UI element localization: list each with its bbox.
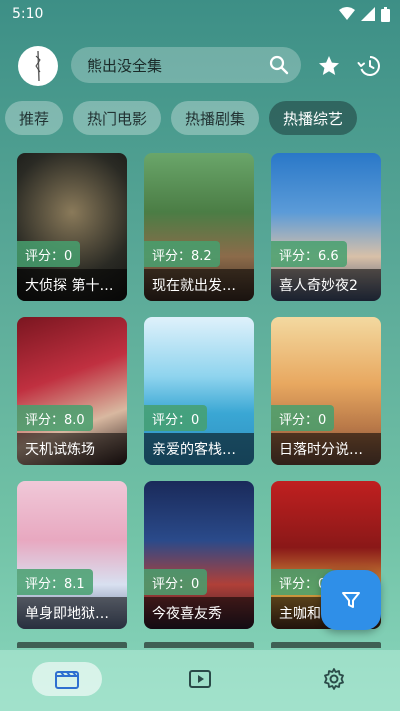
battery-icon — [381, 6, 390, 22]
status-icons — [339, 6, 390, 22]
card-peek — [271, 642, 381, 648]
wifi-icon — [339, 7, 355, 20]
bottom-navigation — [0, 650, 400, 711]
status-bar: 5:10 — [0, 0, 400, 28]
app-logo[interactable] — [18, 46, 58, 86]
play-icon — [189, 670, 211, 688]
card-peek — [144, 642, 254, 648]
content-card[interactable]: 评分：0 日落时分说… — [271, 317, 381, 465]
content-card[interactable]: 评分：8.0 天机试炼场 — [17, 317, 127, 465]
score-badge: 评分：6.6 — [271, 241, 347, 267]
tab-recommend[interactable]: 推荐 — [5, 101, 64, 135]
score-badge: 评分：8.2 — [144, 241, 220, 267]
content-card[interactable]: 评分：0 亲爱的客栈… — [144, 317, 254, 465]
content-grid: 评分：0 大侦探 第十… 评分：8.2 现在就出发… 评分：6.6 喜人奇妙夜2… — [17, 153, 387, 629]
card-title: 单身即地狱… — [17, 597, 127, 629]
signal-icon — [361, 7, 375, 21]
card-title: 亲爱的客栈… — [144, 433, 254, 465]
score-badge: 评分：8.0 — [17, 405, 93, 431]
card-title: 现在就出发… — [144, 269, 254, 301]
score-badge: 评分：0 — [17, 241, 81, 267]
status-time: 5:10 — [12, 6, 44, 22]
search-icon[interactable] — [269, 55, 289, 75]
content-card[interactable]: 评分：0 今夜喜友秀 — [144, 481, 254, 629]
content-card[interactable]: 评分：6.6 喜人奇妙夜2 — [271, 153, 381, 301]
category-tabs: 推荐 热门电影 热播剧集 热播综艺 — [0, 101, 400, 137]
filter-button[interactable] — [321, 570, 381, 630]
history-icon[interactable] — [357, 54, 381, 78]
card-title: 今夜喜友秀 — [144, 597, 254, 629]
card-title: 喜人奇妙夜2 — [271, 269, 381, 301]
card-title: 天机试炼场 — [17, 433, 127, 465]
star-icon[interactable] — [317, 54, 341, 78]
gear-icon — [324, 668, 344, 690]
score-badge: 评分：0 — [144, 405, 208, 431]
header: 熊出没全集 — [0, 42, 400, 90]
card-title: 日落时分说… — [271, 433, 381, 465]
nav-player[interactable] — [186, 662, 214, 696]
filter-icon — [342, 592, 360, 608]
card-peek — [17, 642, 127, 648]
search-text[interactable]: 熊出没全集 — [87, 55, 269, 76]
film-icon — [55, 671, 79, 689]
tab-hot-series[interactable]: 热播剧集 — [171, 101, 260, 135]
search-input[interactable]: 熊出没全集 — [71, 47, 301, 83]
score-badge: 评分：8.1 — [17, 569, 93, 595]
next-row-peek — [17, 642, 387, 648]
content-card[interactable]: 评分：8.2 现在就出发… — [144, 153, 254, 301]
card-title: 大侦探 第十… — [17, 269, 127, 301]
nav-settings[interactable] — [320, 662, 348, 696]
tab-hot-variety[interactable]: 热播综艺 — [269, 101, 358, 135]
content-card[interactable]: 评分：0 大侦探 第十… — [17, 153, 127, 301]
content-card[interactable]: 评分：8.1 单身即地狱… — [17, 481, 127, 629]
score-badge: 评分：0 — [271, 405, 335, 431]
score-badge: 评分：0 — [144, 569, 208, 595]
logo-icon — [19, 47, 57, 85]
nav-movies[interactable] — [32, 662, 102, 696]
tab-hot-movies[interactable]: 热门电影 — [73, 101, 162, 135]
